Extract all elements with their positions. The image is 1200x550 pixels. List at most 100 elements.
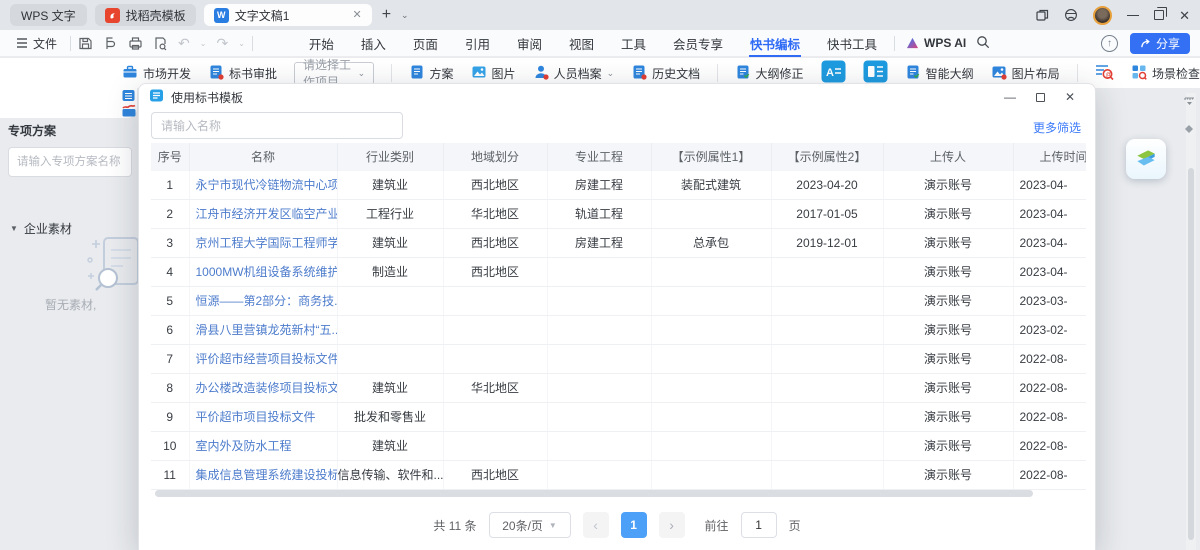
goto-page-input[interactable] (741, 512, 777, 538)
template-name-link[interactable]: 集成信息管理系统建设投标书 (189, 460, 337, 489)
table-tool-icon[interactable] (122, 89, 135, 105)
chart-tool-icon[interactable] (122, 104, 136, 120)
table-row[interactable]: 7评价超市经营项目投标文件演示账号2022-08- (151, 344, 1086, 373)
new-tab-button[interactable]: + (380, 6, 393, 24)
save-icon[interactable] (78, 36, 93, 51)
table-cell: 演示账号 (883, 199, 1013, 228)
table-row[interactable]: 11集成信息管理系统建设投标书信息传输、软件和...西北地区演示账号2022-0… (151, 460, 1086, 489)
tab-close-icon[interactable]: ✕ (352, 10, 361, 21)
search-icon[interactable] (976, 35, 990, 52)
menu-item-5[interactable]: 审阅 (516, 30, 543, 57)
template-name-link[interactable]: 京州工程大学国际工程师学... (189, 228, 337, 257)
smart-outline-button[interactable]: 智能大纲 (905, 64, 974, 83)
assistant-floating-button[interactable] (1126, 139, 1166, 179)
total-count: 共 11 条 (433, 517, 476, 534)
history-docs-button[interactable]: 历史文档 (631, 64, 700, 83)
menu-item-3[interactable]: 页面 (412, 30, 439, 57)
window-layout-icon[interactable] (1036, 9, 1049, 22)
dialog-close-icon[interactable]: ✕ (1055, 86, 1085, 108)
table-cell: 演示账号 (883, 373, 1013, 402)
cloud-upload-icon[interactable]: ↑ (1101, 35, 1118, 52)
restore-window-icon[interactable] (1154, 10, 1164, 20)
sidebar-search-input[interactable] (8, 147, 132, 177)
menu-item-2[interactable]: 插入 (360, 30, 387, 57)
undo-chevron[interactable]: ⌄ (200, 39, 207, 48)
work-project-select[interactable]: 请选择工作项目⌄ (294, 62, 374, 85)
vertical-scrollbar-thumb[interactable] (1188, 168, 1194, 540)
table-row[interactable]: 8办公楼改造装修项目投标文件建筑业华北地区演示账号2022-08- (151, 373, 1086, 402)
ai-review-icon[interactable]: @ (1094, 63, 1114, 84)
scene-check-button[interactable]: 场景检查 (1131, 64, 1200, 83)
redo-chevron[interactable]: ⌄ (238, 39, 245, 48)
print-preview-icon[interactable] (153, 36, 168, 51)
app-menu-button[interactable]: WPS 文字 (10, 4, 87, 26)
next-page-button[interactable]: › (659, 512, 685, 538)
wps-ai-button[interactable]: WPS AI (906, 36, 966, 50)
menu-item-1[interactable]: 开始 (308, 30, 335, 57)
plan-button[interactable]: 方案 (409, 64, 454, 83)
table-row[interactable]: 6滑县八里营镇龙苑新村“五...演示账号2023-02- (151, 315, 1086, 344)
menu-item-7[interactable]: 工具 (620, 30, 647, 57)
table-cell (337, 315, 443, 344)
menu-item-4[interactable]: 引用 (464, 30, 491, 57)
bid-approval-button[interactable]: 标书审批 (208, 64, 277, 83)
table-row[interactable]: 3京州工程大学国际工程师学...建筑业西北地区房建工程总承包2019-12-01… (151, 228, 1086, 257)
table-cell (651, 286, 771, 315)
table-row[interactable]: 10室内外及防水工程建筑业演示账号2022-08- (151, 431, 1086, 460)
table-row[interactable]: 5恒源——第2部分：商务技...演示账号2023-03- (151, 286, 1086, 315)
personnel-files-button[interactable]: 人员档案⌄ (533, 64, 615, 83)
prev-page-button[interactable]: ‹ (583, 512, 609, 538)
menu-item-10[interactable]: 快书工具 (826, 30, 878, 57)
template-name-link[interactable]: 平价超市项目投标文件 (189, 402, 337, 431)
template-name-link[interactable]: 评价超市经营项目投标文件 (189, 344, 337, 373)
tab-document[interactable]: W 文字文稿1 ✕ (204, 4, 372, 26)
horizontal-scrollbar-thumb[interactable] (155, 490, 1033, 497)
dialog-minimize-icon[interactable]: — (995, 86, 1025, 108)
template-name-search-input[interactable] (151, 112, 403, 139)
table-cell: 批发和零售业 (337, 402, 443, 431)
file-menu-button[interactable]: 文件 (10, 35, 63, 52)
template-name-link[interactable]: 江舟市经济开发区临空产业... (189, 199, 337, 228)
template-name-link[interactable]: 恒源——第2部分：商务技... (189, 286, 337, 315)
table-cell: 10 (151, 431, 189, 460)
appearance-icon[interactable] (1064, 8, 1078, 22)
tab-docer-template[interactable]: 找稻壳模板 (95, 4, 196, 26)
image-layout-button[interactable]: 图片布局 (991, 64, 1060, 83)
undo-icon[interactable]: ↶ (178, 36, 190, 50)
dialog-maximize-icon[interactable] (1025, 86, 1055, 108)
template-name-link[interactable]: 室内外及防水工程 (189, 431, 337, 460)
menu-item-9[interactable]: 快书编标 (749, 30, 801, 57)
picture-button[interactable]: 图片 (471, 64, 516, 83)
market-dev-button[interactable]: 市场开发 (122, 64, 191, 83)
tab-list-chevron[interactable]: ⌄ (401, 10, 409, 21)
menu-item-6[interactable]: 视图 (568, 30, 595, 57)
table-row[interactable]: 2江舟市经济开发区临空产业...工程行业华北地区轨道工程2017-01-05演示… (151, 199, 1086, 228)
share-button[interactable]: 分享 (1130, 33, 1190, 54)
template-name-link[interactable]: 滑县八里营镇龙苑新村“五... (189, 315, 337, 344)
nav-pane-icon[interactable] (1184, 124, 1194, 136)
template-name-link[interactable]: 办公楼改造装修项目投标文件 (189, 373, 337, 402)
close-window-icon[interactable]: ✕ (1179, 9, 1190, 22)
ruler-toggle-icon[interactable] (1184, 96, 1195, 108)
menu-item-8[interactable]: 会员专享 (672, 30, 724, 57)
print-icon[interactable] (128, 36, 143, 51)
outline-fix-button[interactable]: 大纲修正 (735, 64, 804, 83)
sidebar-section-materials[interactable]: ▼ 企业素材 (10, 220, 72, 237)
template-name-link[interactable]: 1000MW机组设备系统维护... (189, 257, 337, 286)
current-page-button[interactable]: 1 (621, 512, 647, 538)
page-size-select[interactable]: 20条/页 ▼ (489, 512, 571, 538)
table-row[interactable]: 1永宁市现代冷链物流中心项...建筑业西北地区房建工程装配式建筑2023-04-… (151, 170, 1086, 199)
more-filters-link[interactable]: 更多筛选 (1033, 119, 1081, 136)
template-name-link[interactable]: 永宁市现代冷链物流中心项... (189, 170, 337, 199)
file-menu-label: 文件 (33, 35, 57, 52)
divider (894, 36, 895, 51)
table-row[interactable]: 41000MW机组设备系统维护...制造业西北地区演示账号2023-04- (151, 257, 1086, 286)
column-header-7: 【示例属性2】 (771, 143, 883, 170)
export-icon[interactable] (103, 36, 118, 51)
redo-icon[interactable]: ↷ (216, 36, 228, 50)
minimize-icon[interactable] (1127, 15, 1139, 16)
user-avatar[interactable] (1093, 6, 1112, 25)
dialog-titlebar[interactable]: 使用标书模板 — ✕ (139, 84, 1095, 110)
table-row[interactable]: 9平价超市项目投标文件批发和零售业演示账号2022-08- (151, 402, 1086, 431)
table-cell: 1 (151, 170, 189, 199)
